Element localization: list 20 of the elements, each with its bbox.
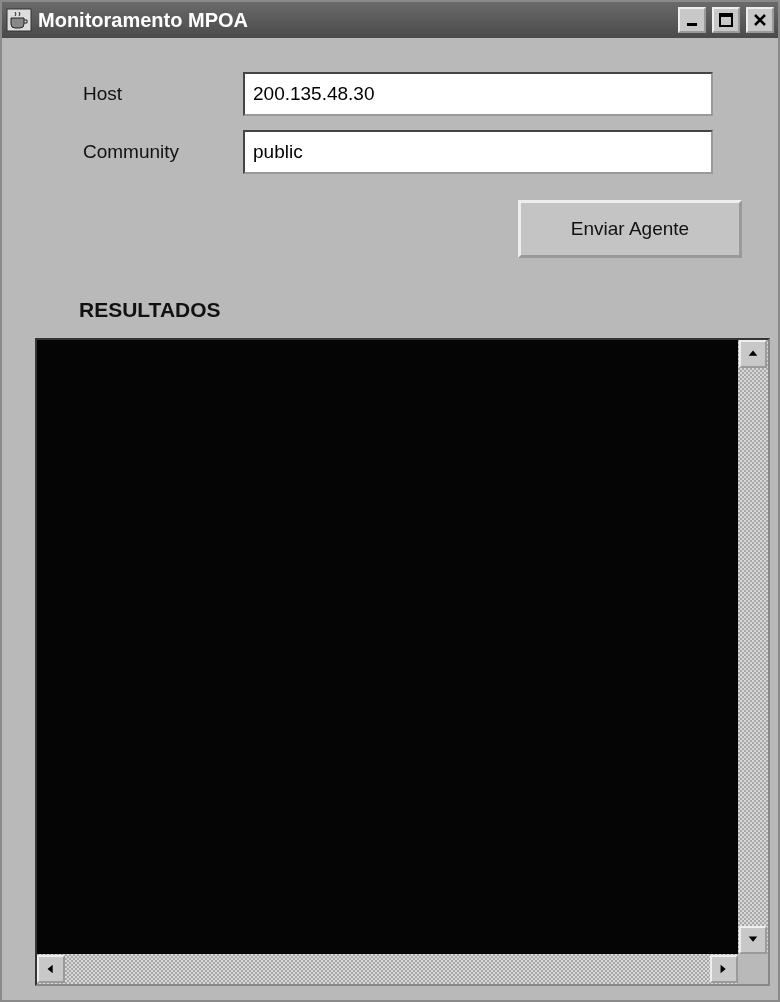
cup-icon xyxy=(6,8,32,32)
scroll-right-button[interactable] xyxy=(710,955,738,983)
field-label: Community xyxy=(83,141,181,163)
minimize-icon xyxy=(687,23,697,26)
close-icon xyxy=(753,13,767,27)
window-title: Monitoramento MPOA xyxy=(38,8,249,32)
scroll-left-button[interactable] xyxy=(37,955,65,983)
horizontal-scrollbar[interactable] xyxy=(37,954,738,984)
maximize-button[interactable] xyxy=(712,7,740,33)
scroll-up-button[interactable] xyxy=(739,340,767,368)
text-field[interactable]: 200.135.48.30 xyxy=(243,72,713,116)
vertical-scrollbar[interactable] xyxy=(738,340,768,954)
text-field[interactable]: public xyxy=(243,130,713,174)
close-button[interactable] xyxy=(746,7,774,33)
results-heading: RESULTADOS xyxy=(78,298,222,322)
scroll-down-button[interactable] xyxy=(739,926,767,954)
send-button[interactable]: Enviar Agente xyxy=(518,200,742,258)
maximize-icon xyxy=(719,13,733,27)
minimize-button[interactable] xyxy=(678,7,706,33)
field-label: Host xyxy=(83,83,124,105)
